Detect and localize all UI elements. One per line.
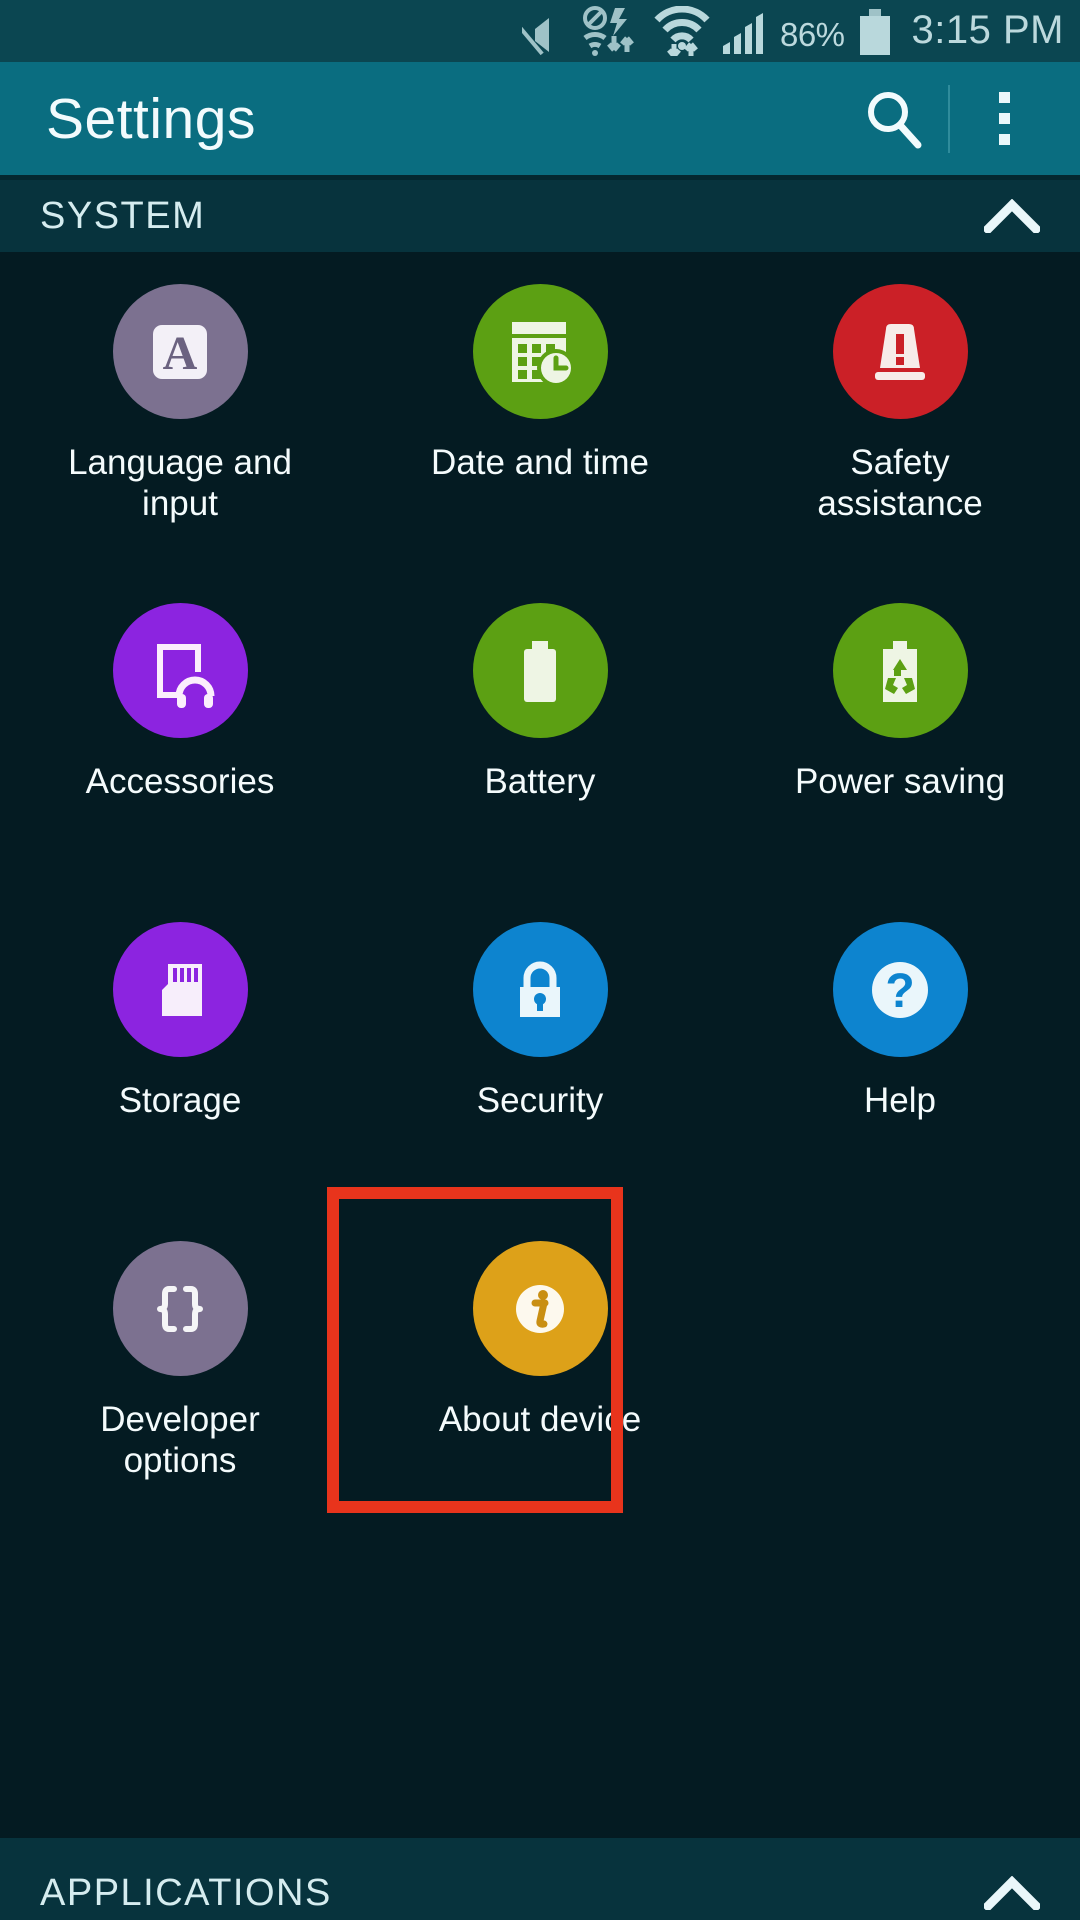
chevron-up-icon[interactable] — [984, 199, 1040, 233]
icon-circle — [472, 1241, 608, 1376]
grid-item-power-saving[interactable]: Power saving — [720, 571, 1080, 890]
overflow-menu-icon-dot2 — [998, 113, 1010, 124]
grid-item-label: Help — [864, 1081, 936, 1120]
grid-item-label: Language and input — [68, 443, 292, 523]
overflow-menu-button[interactable] — [956, 62, 1052, 175]
wifi-icon — [654, 6, 710, 56]
grid-item-accessories[interactable]: Accessories — [0, 571, 360, 890]
icon-circle — [112, 922, 248, 1057]
grid-item-label: Storage — [118, 1081, 242, 1120]
power-saving-icon — [883, 640, 917, 702]
search-icon — [868, 91, 922, 148]
settings-grid: A Language and input Date and time Safet… — [0, 252, 1080, 1528]
icon-circle: A — [112, 284, 248, 419]
grid-item-help[interactable]: ? Help — [720, 890, 1080, 1209]
battery-percent-label: 86% — [779, 16, 845, 53]
overflow-menu-icon — [998, 92, 1010, 103]
battery-icon — [524, 640, 556, 702]
chevron-up-icon-applications[interactable] — [984, 1876, 1040, 1910]
language-input-icon: A — [153, 324, 207, 380]
sd-card-icon — [162, 963, 202, 1016]
status-bar-icons: 86% — [521, 6, 892, 56]
grid-item-label: Safety assistance — [817, 443, 983, 523]
grid-item-about-device[interactable]: About device — [327, 1187, 720, 1528]
svg-text:?: ? — [885, 965, 914, 1018]
svg-text:A: A — [163, 327, 198, 380]
question-mark-icon: ? — [872, 961, 928, 1018]
action-bar-actions — [846, 62, 1052, 175]
curly-braces-icon — [157, 1285, 203, 1332]
icon-circle — [112, 603, 248, 738]
grid-item-label: Power saving — [794, 762, 1006, 801]
grid-item-label: Security — [476, 1081, 604, 1120]
signal-bars-icon — [722, 13, 763, 54]
search-button[interactable] — [846, 62, 942, 175]
icon-circle: ? — [832, 922, 968, 1057]
action-bar-divider — [948, 84, 950, 153]
grid-item-label: About device — [438, 1400, 642, 1439]
action-bar: Settings — [0, 62, 1080, 175]
grid-item-security[interactable]: Security — [360, 890, 720, 1209]
grid-item-label: Accessories — [85, 762, 275, 801]
icon-circle — [472, 922, 608, 1057]
grid-item-language-and-input[interactable]: A Language and input — [0, 252, 360, 571]
grid-item-label: Date and time — [431, 443, 649, 482]
section-title-applications: APPLICATIONS — [40, 1871, 332, 1914]
icon-circle — [472, 603, 608, 738]
icon-circle — [832, 284, 968, 419]
section-header-system[interactable]: SYSTEM — [0, 180, 1080, 252]
grid-item-storage[interactable]: Storage — [0, 890, 360, 1209]
status-bar: 86% 3:15 PM — [0, 0, 1080, 62]
page-title: Settings — [46, 86, 256, 151]
battery-icon — [859, 9, 890, 55]
grid-item-developer-options[interactable]: Developer options — [0, 1209, 360, 1528]
icon-circle — [112, 1241, 248, 1376]
no-sync-wifi-icon — [582, 6, 634, 56]
grid-item-label: Battery — [484, 762, 596, 801]
grid-item-date-and-time[interactable]: Date and time — [360, 252, 720, 571]
accessories-icon — [157, 643, 215, 708]
safety-beacon-icon — [875, 323, 925, 380]
grid-item-safety-assistance[interactable]: Safety assistance — [720, 252, 1080, 571]
date-time-icon — [512, 321, 575, 387]
icon-circle — [472, 284, 608, 419]
grid-item-battery[interactable]: Battery — [360, 571, 720, 890]
section-title-system: SYSTEM — [40, 194, 206, 237]
grid-item-label: Developer options — [100, 1400, 260, 1480]
mute-icon — [521, 18, 549, 56]
status-bar-clock: 3:15 PM — [911, 7, 1064, 52]
info-icon — [516, 1284, 564, 1333]
lock-icon — [520, 961, 560, 1017]
icon-circle — [832, 603, 968, 738]
section-header-applications[interactable]: APPLICATIONS — [0, 1838, 1080, 1920]
overflow-menu-icon-dot3 — [998, 134, 1010, 145]
